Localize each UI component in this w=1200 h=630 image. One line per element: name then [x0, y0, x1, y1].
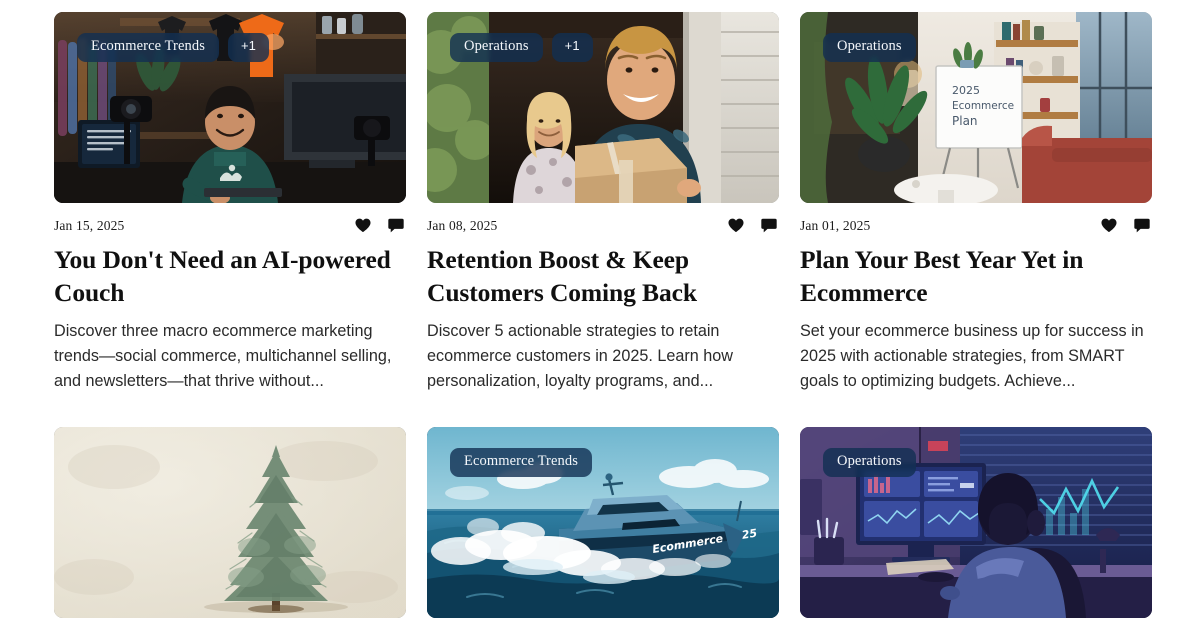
article-thumbnail[interactable]: Operations +1 [427, 12, 779, 203]
card-actions [727, 217, 777, 234]
badge-group: Ecommerce Trends +1 [77, 33, 269, 62]
category-badge[interactable]: Operations [823, 447, 916, 477]
badge-group: Operations +1 [450, 33, 593, 62]
heart-icon[interactable] [727, 217, 744, 234]
article-thumbnail[interactable]: Ecommerce 2025 Ecommerce Trends [427, 426, 779, 618]
badge-group: Ecommerce Trends [450, 447, 592, 477]
article-grid: Ecommerce Trends +1 Jan 15, 2025 You Don… [54, 12, 1152, 630]
category-badge[interactable]: Ecommerce Trends [450, 447, 592, 477]
speech-bubble-icon[interactable] [760, 217, 777, 234]
card-actions [354, 217, 404, 234]
thumbnail-image-watercolor-pine [54, 426, 406, 618]
article-card[interactable]: Ecommerce 2025 Ecommerce Trends [427, 426, 779, 630]
publish-date: Jan 08, 2025 [427, 217, 498, 233]
card-meta: Jan 01, 2025 [800, 217, 1152, 234]
category-badge[interactable]: Operations [450, 33, 543, 62]
svg-text:2025: 2025 [952, 84, 980, 97]
article-card[interactable]: Ecommerce Trends +1 Jan 15, 2025 You Don… [54, 12, 406, 394]
article-excerpt: Discover 5 actionable strategies to reta… [427, 322, 733, 390]
extra-categories-badge[interactable]: +1 [227, 33, 269, 62]
article-card[interactable]: 2025 Ecommerce Plan Operations Jan 01, 2… [800, 12, 1152, 394]
category-badge[interactable]: Operations [823, 33, 916, 62]
heart-icon[interactable] [1100, 217, 1117, 234]
badge-group: Operations [823, 33, 916, 62]
article-title[interactable]: Retention Boost & Keep Customers Coming … [427, 243, 767, 309]
article-card[interactable]: Operations Dec 11, 2024 [800, 426, 1152, 630]
article-thumbnail[interactable]: 2025 Ecommerce Plan Operations [800, 12, 1152, 203]
article-title[interactable]: Plan Your Best Year Yet in Ecommerce [800, 243, 1140, 309]
article-excerpt: Discover three macro ecommerce marketing… [54, 322, 392, 390]
speech-bubble-icon[interactable] [1133, 217, 1150, 234]
article-card[interactable]: Dec 25, 2024 [54, 426, 406, 630]
article-thumbnail[interactable] [54, 426, 406, 618]
svg-text:Plan: Plan [952, 114, 978, 128]
card-meta: Jan 08, 2025 [427, 217, 779, 234]
article-thumbnail[interactable]: Operations [800, 426, 1152, 618]
article-excerpt: Set your ecommerce business up for succe… [800, 322, 1144, 390]
heart-icon[interactable] [354, 217, 371, 234]
article-title[interactable]: You Don't Need an AI-powered Couch [54, 243, 394, 309]
card-actions [1100, 217, 1150, 234]
publish-date: Jan 01, 2025 [800, 217, 871, 233]
article-card[interactable]: Operations +1 Jan 08, 2025 Retention Boo… [427, 12, 779, 394]
svg-text:Ecommerce: Ecommerce [952, 100, 1014, 112]
speech-bubble-icon[interactable] [387, 217, 404, 234]
category-badge[interactable]: Ecommerce Trends [77, 33, 219, 62]
publish-date: Jan 15, 2025 [54, 217, 125, 233]
article-thumbnail[interactable]: Ecommerce Trends +1 [54, 12, 406, 203]
article-grid-page: Ecommerce Trends +1 Jan 15, 2025 You Don… [0, 0, 1200, 630]
badge-group: Operations [823, 447, 916, 477]
card-meta: Jan 15, 2025 [54, 217, 406, 234]
extra-categories-badge[interactable]: +1 [551, 33, 593, 62]
